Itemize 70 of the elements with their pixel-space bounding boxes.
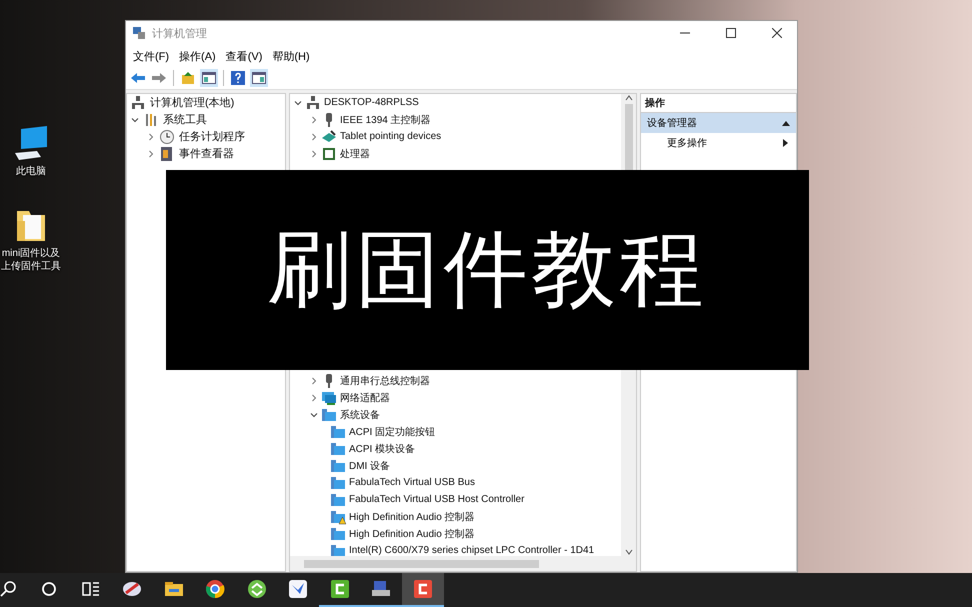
network-monitor-icon — [321, 390, 337, 406]
horizontal-scrollbar[interactable] — [290, 556, 636, 571]
tree-item[interactable]: 计算机管理(本地) — [150, 95, 234, 110]
up-folder-button[interactable] — [179, 69, 197, 87]
actions-section[interactable]: 设备管理器 — [641, 113, 796, 133]
expanded-chevron-icon[interactable] — [294, 98, 302, 106]
scroll-up-icon[interactable] — [624, 94, 632, 102]
device-item[interactable]: DMI 设备 — [349, 458, 390, 472]
submenu-triangle-icon — [783, 139, 788, 147]
help-button[interactable] — [229, 69, 247, 87]
collapsed-chevron-icon[interactable] — [147, 150, 155, 158]
action-link[interactable]: 更多操作 — [641, 133, 796, 153]
collapsed-chevron-icon[interactable] — [310, 132, 318, 140]
menu-item[interactable]: 帮助(H) — [267, 48, 315, 64]
maximize-icon — [726, 28, 736, 38]
computer-management-icon — [132, 26, 146, 40]
device-item[interactable]: FabulaTech Virtual USB Bus — [349, 477, 475, 488]
collapse-triangle-icon — [782, 120, 790, 126]
chip-icon — [321, 146, 337, 162]
console-tree-button[interactable] — [200, 69, 218, 87]
tools-icon — [143, 112, 159, 128]
device-category[interactable]: 通用串行总线控制器 — [340, 374, 430, 388]
collapsed-chevron-icon[interactable] — [310, 376, 318, 384]
desktop-icon-label[interactable]: mini固件以及 上传固件工具 — [1, 247, 61, 273]
device-category[interactable]: 网络适配器 — [340, 390, 390, 404]
c-letter-app-icon — [412, 579, 433, 599]
folder-icon — [164, 579, 184, 599]
search-icon — [0, 579, 18, 599]
banner-title: 刷固件教程 — [268, 221, 708, 318]
event-log-icon — [159, 146, 175, 162]
menu-item[interactable]: 查看(V) — [220, 48, 268, 64]
desktop-icon-label[interactable]: 此电脑 — [16, 165, 46, 178]
window-title: 计算机管理 — [152, 26, 207, 40]
circle-arrows-app-icon — [246, 579, 267, 599]
tree-item[interactable]: 系统工具 — [163, 112, 207, 127]
taskbar-button[interactable] — [402, 573, 444, 607]
device-item[interactable]: High Definition Audio 控制器 — [349, 526, 475, 540]
collapsed-chevron-icon[interactable] — [310, 116, 318, 124]
device-item[interactable]: FabulaTech Virtual USB Host Controller — [349, 494, 524, 505]
device-category[interactable]: 系统设备 — [340, 408, 380, 422]
device-folder-icon — [321, 406, 337, 422]
device-item[interactable]: ACPI 模块设备 — [349, 442, 416, 456]
expanded-chevron-icon[interactable] — [310, 410, 318, 418]
network-computer-icon — [130, 94, 146, 110]
tablet-pen-icon — [321, 128, 337, 144]
collapsed-chevron-icon[interactable] — [310, 150, 318, 158]
tree-item[interactable]: 事件查看器 — [179, 146, 234, 161]
clock-icon — [159, 128, 175, 144]
action-pane-button[interactable] — [250, 69, 268, 87]
device-item[interactable]: High Definition Audio 控制器 — [349, 510, 475, 524]
minimize-icon — [680, 32, 690, 34]
device-category[interactable]: IEEE 1394 主控制器 — [340, 112, 431, 126]
computer-name[interactable]: DESKTOP-48RPLSS — [324, 97, 419, 108]
browser-icon — [205, 579, 226, 599]
computer-app-icon — [371, 579, 392, 599]
computer-icon[interactable] — [13, 125, 49, 161]
device-category[interactable]: Tablet pointing devices — [340, 131, 442, 142]
device-category[interactable]: 处理器 — [340, 146, 370, 160]
expanded-chevron-icon[interactable] — [131, 116, 139, 124]
menu-item[interactable]: 文件(F) — [128, 48, 174, 64]
scroll-down-icon[interactable] — [624, 548, 632, 556]
c-letter-app-icon — [330, 579, 350, 599]
menu-item[interactable]: 操作(A) — [174, 48, 221, 64]
device-item[interactable]: ACPI 固定功能按钮 — [349, 424, 436, 438]
collapsed-chevron-icon[interactable] — [310, 394, 318, 402]
device-item[interactable]: Intel(R) C600/X79 series chipset LPC Controller - 1D41 — [349, 545, 594, 556]
network-computer-icon — [305, 94, 321, 110]
collapsed-chevron-icon[interactable] — [147, 132, 155, 140]
close-icon — [772, 28, 782, 38]
tree-item[interactable]: 任务计划程序 — [179, 129, 245, 144]
